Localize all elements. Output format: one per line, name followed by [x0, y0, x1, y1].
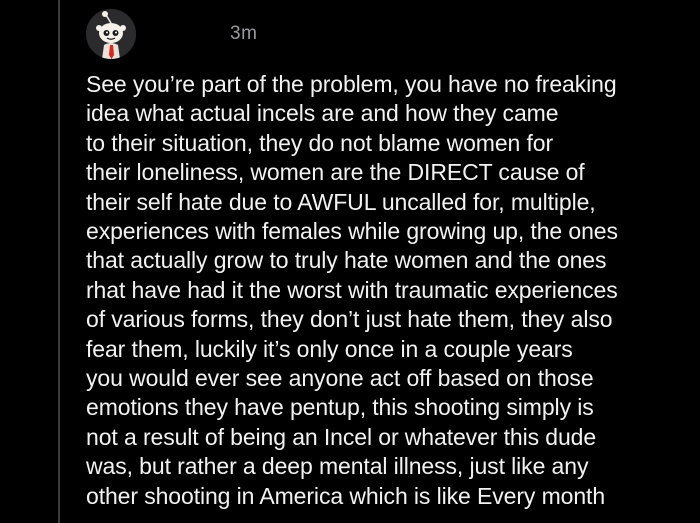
comment-body-line: their self hate due to AWFUL uncalled fo…	[86, 188, 596, 215]
comment-body-line: not a result of being an Incel or whatev…	[86, 423, 597, 450]
comment-body: See you’re part of the problem, you have…	[86, 70, 686, 511]
comment-body-line: idea what actual incels are and how they…	[86, 100, 559, 127]
reddit-snoo-avatar-icon[interactable]	[86, 9, 136, 59]
comment-header: 3m	[86, 8, 686, 60]
comment-body-line: was, but rather a deep mental illness, j…	[86, 453, 589, 480]
comment-body-line: experiences with females while growing u…	[86, 218, 618, 245]
comment-age: 3m	[230, 23, 258, 44]
comment-body-line: rhat have had it the worst with traumati…	[86, 276, 618, 303]
comment: 3m See you’re part of the problem, you h…	[86, 8, 686, 511]
comment-body-line: to their situation, they do not blame wo…	[86, 129, 554, 156]
comment-body-line: their loneliness, women are the DIRECT c…	[86, 159, 585, 186]
username[interactable]: 3m	[145, 20, 258, 48]
comment-body-line: other shooting in America which is like …	[86, 482, 606, 509]
comment-body-line: fear them, luckily it’s only once in a c…	[86, 335, 573, 362]
avatar-image	[86, 9, 136, 59]
comment-body-line: See you’re part of the problem, you have…	[86, 71, 617, 97]
comment-body-line: emotions they have pentup, this shooting…	[86, 394, 594, 421]
comment-body-line: you would ever see anyone act off based …	[86, 365, 594, 392]
comment-body-line: of various forms, they don’t just hate t…	[86, 306, 613, 333]
comment-thread-line[interactable]	[58, 0, 60, 523]
comment-body-line: that actually grow to truly hate women a…	[86, 247, 607, 274]
username-redaction	[145, 22, 229, 46]
